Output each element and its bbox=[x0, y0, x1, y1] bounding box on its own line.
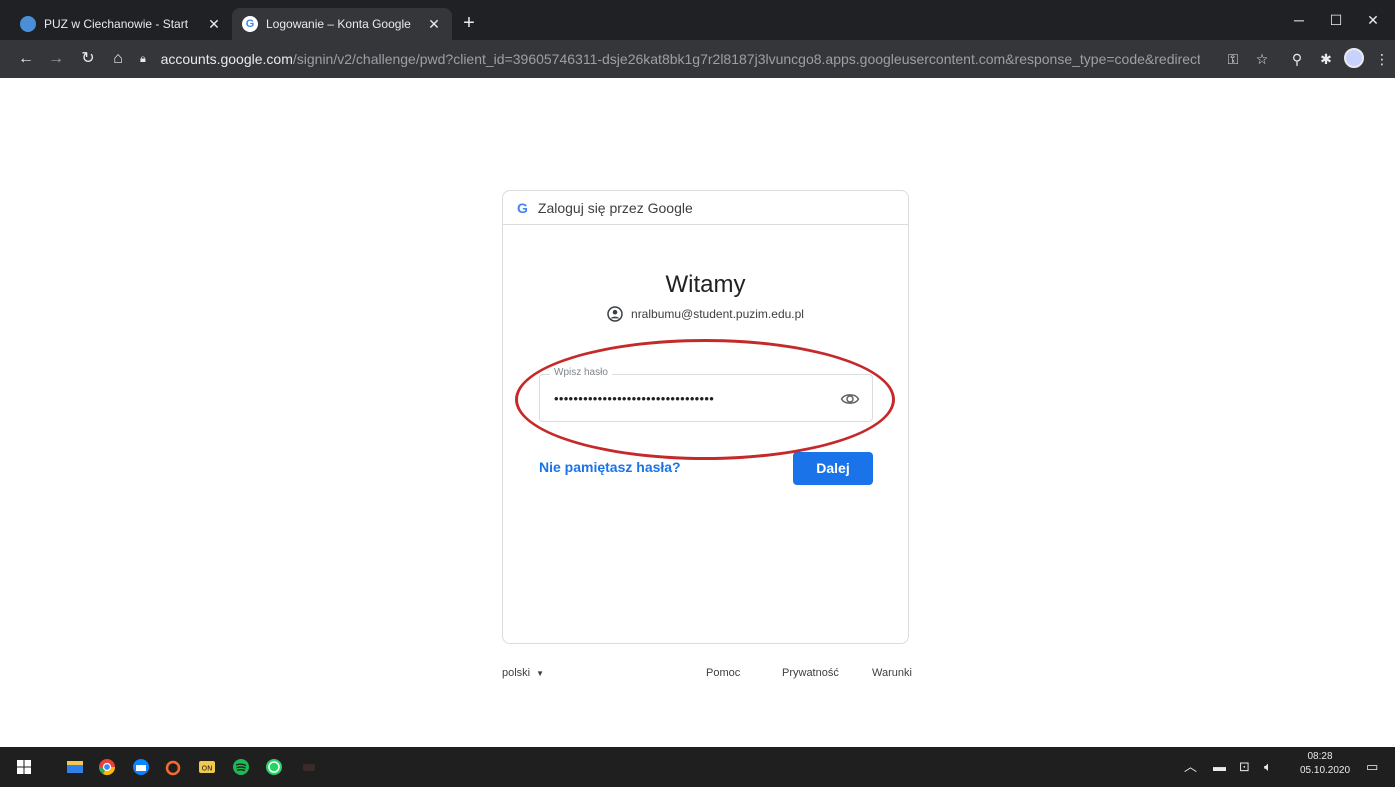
lock-icon: 🔒︎ bbox=[140, 52, 146, 65]
menu-icon[interactable]: ⋮ bbox=[1372, 49, 1392, 69]
file-explorer-icon[interactable] bbox=[65, 757, 85, 777]
help-link[interactable]: Pomoc bbox=[706, 667, 740, 679]
account-chip[interactable]: nralbumu@student.puzim.edu.pl bbox=[503, 306, 908, 322]
password-field[interactable]: Wpisz hasło ••••••••••••••••••••••••••••… bbox=[539, 367, 873, 422]
tab-close-icon[interactable]: ✕ bbox=[426, 16, 442, 33]
windows-taskbar: ON ︿ ▬ ⊡ 🔈︎ 08:28 05.10.2020 ▭ bbox=[0, 747, 1395, 787]
card-header: G Zaloguj się przez Google bbox=[503, 191, 908, 225]
battery-icon[interactable]: ▬ bbox=[1213, 759, 1226, 775]
clock-date: 05.10.2020 bbox=[1300, 765, 1351, 776]
browser-tab-strip: PUZ w Ciechanowie - Start ✕ G Logowanie … bbox=[0, 0, 1395, 40]
svg-text:ON: ON bbox=[202, 765, 213, 773]
thunderbird-icon[interactable] bbox=[131, 757, 151, 777]
game-app-icon[interactable] bbox=[299, 757, 319, 777]
tab-google-login[interactable]: G Logowanie – Konta Google ✕ bbox=[232, 8, 452, 40]
page-title: Witamy bbox=[665, 271, 746, 298]
key-icon[interactable]: ⚿ bbox=[1223, 49, 1243, 69]
clock-time: 08:28 bbox=[1307, 751, 1333, 762]
star-icon[interactable]: ☆ bbox=[1252, 49, 1272, 69]
forgot-password-link[interactable]: Nie pamiętasz hasła? bbox=[539, 459, 681, 475]
account-circle-icon bbox=[607, 306, 623, 322]
dropdown-caret-icon: ▼ bbox=[536, 669, 545, 678]
volume-icon[interactable]: 🔈︎ bbox=[1264, 759, 1272, 775]
notifications-icon[interactable]: ▭ bbox=[1366, 759, 1378, 775]
minimize-button[interactable]: ─ bbox=[1284, 6, 1314, 34]
address-bar[interactable]: 🔒︎ accounts.google.com /signin/v2/challe… bbox=[140, 46, 1200, 72]
google-logo-icon: G bbox=[517, 199, 528, 216]
forward-arrow-icon[interactable]: → bbox=[44, 47, 68, 71]
maximize-button[interactable]: ☐ bbox=[1321, 6, 1351, 34]
next-button[interactable]: Dalej bbox=[793, 452, 873, 485]
terms-link[interactable]: Warunki bbox=[872, 667, 912, 679]
whatsapp-icon[interactable] bbox=[264, 757, 284, 777]
new-tab-button[interactable]: + bbox=[458, 12, 480, 34]
extensions-icon[interactable]: ✱ bbox=[1316, 49, 1336, 69]
network-icon[interactable]: ⊡ bbox=[1239, 759, 1250, 775]
home-icon[interactable]: ⌂ bbox=[106, 47, 130, 71]
tab-title: Logowanie – Konta Google bbox=[266, 17, 411, 31]
url-host: accounts.google.com bbox=[160, 51, 293, 67]
close-window-button[interactable]: ✕ bbox=[1358, 6, 1388, 34]
spotify-icon[interactable] bbox=[231, 757, 251, 777]
taskbar-clock[interactable]: 08:28 05.10.2020 bbox=[1300, 750, 1351, 778]
privacy-link[interactable]: Prywatność bbox=[782, 667, 839, 679]
language-label: polski bbox=[502, 667, 531, 679]
tab-puz-start[interactable]: PUZ w Ciechanowie - Start ✕ bbox=[10, 8, 232, 40]
show-password-eye-icon[interactable] bbox=[840, 389, 860, 409]
tab-close-icon[interactable]: ✕ bbox=[206, 16, 222, 33]
windows-start-icon[interactable] bbox=[14, 757, 34, 777]
browser-toolbar: ← → ↻ ⌂ 🔒︎ accounts.google.com /signin/v… bbox=[0, 40, 1395, 78]
reload-icon[interactable]: ↻ bbox=[76, 47, 100, 71]
puz-favicon-icon bbox=[20, 16, 36, 32]
password-input[interactable]: ••••••••••••••••••••••••••••••••• bbox=[554, 391, 714, 406]
location-pin-icon[interactable]: ⚲ bbox=[1287, 49, 1307, 69]
opera-news-icon[interactable]: ON bbox=[197, 757, 217, 777]
chrome-icon[interactable] bbox=[97, 757, 117, 777]
account-email: nralbumu@student.puzim.edu.pl bbox=[631, 307, 804, 321]
back-arrow-icon[interactable]: ← bbox=[14, 47, 38, 71]
signin-header-text: Zaloguj się przez Google bbox=[537, 199, 693, 216]
language-selector[interactable]: polski ▼ bbox=[502, 667, 544, 679]
origin-icon[interactable] bbox=[163, 757, 183, 777]
profile-avatar[interactable] bbox=[1344, 48, 1364, 68]
google-favicon-icon: G bbox=[242, 16, 258, 32]
tab-title: PUZ w Ciechanowie - Start bbox=[44, 17, 189, 31]
password-label: Wpisz hasło bbox=[550, 367, 612, 378]
show-hidden-icons-chevron-icon[interactable]: ︿ bbox=[1184, 759, 1197, 775]
url-path: /signin/v2/challenge/pwd?client_id=39605… bbox=[292, 51, 1200, 67]
signin-card: G Zaloguj się przez Google Witamy nralbu… bbox=[502, 190, 909, 644]
